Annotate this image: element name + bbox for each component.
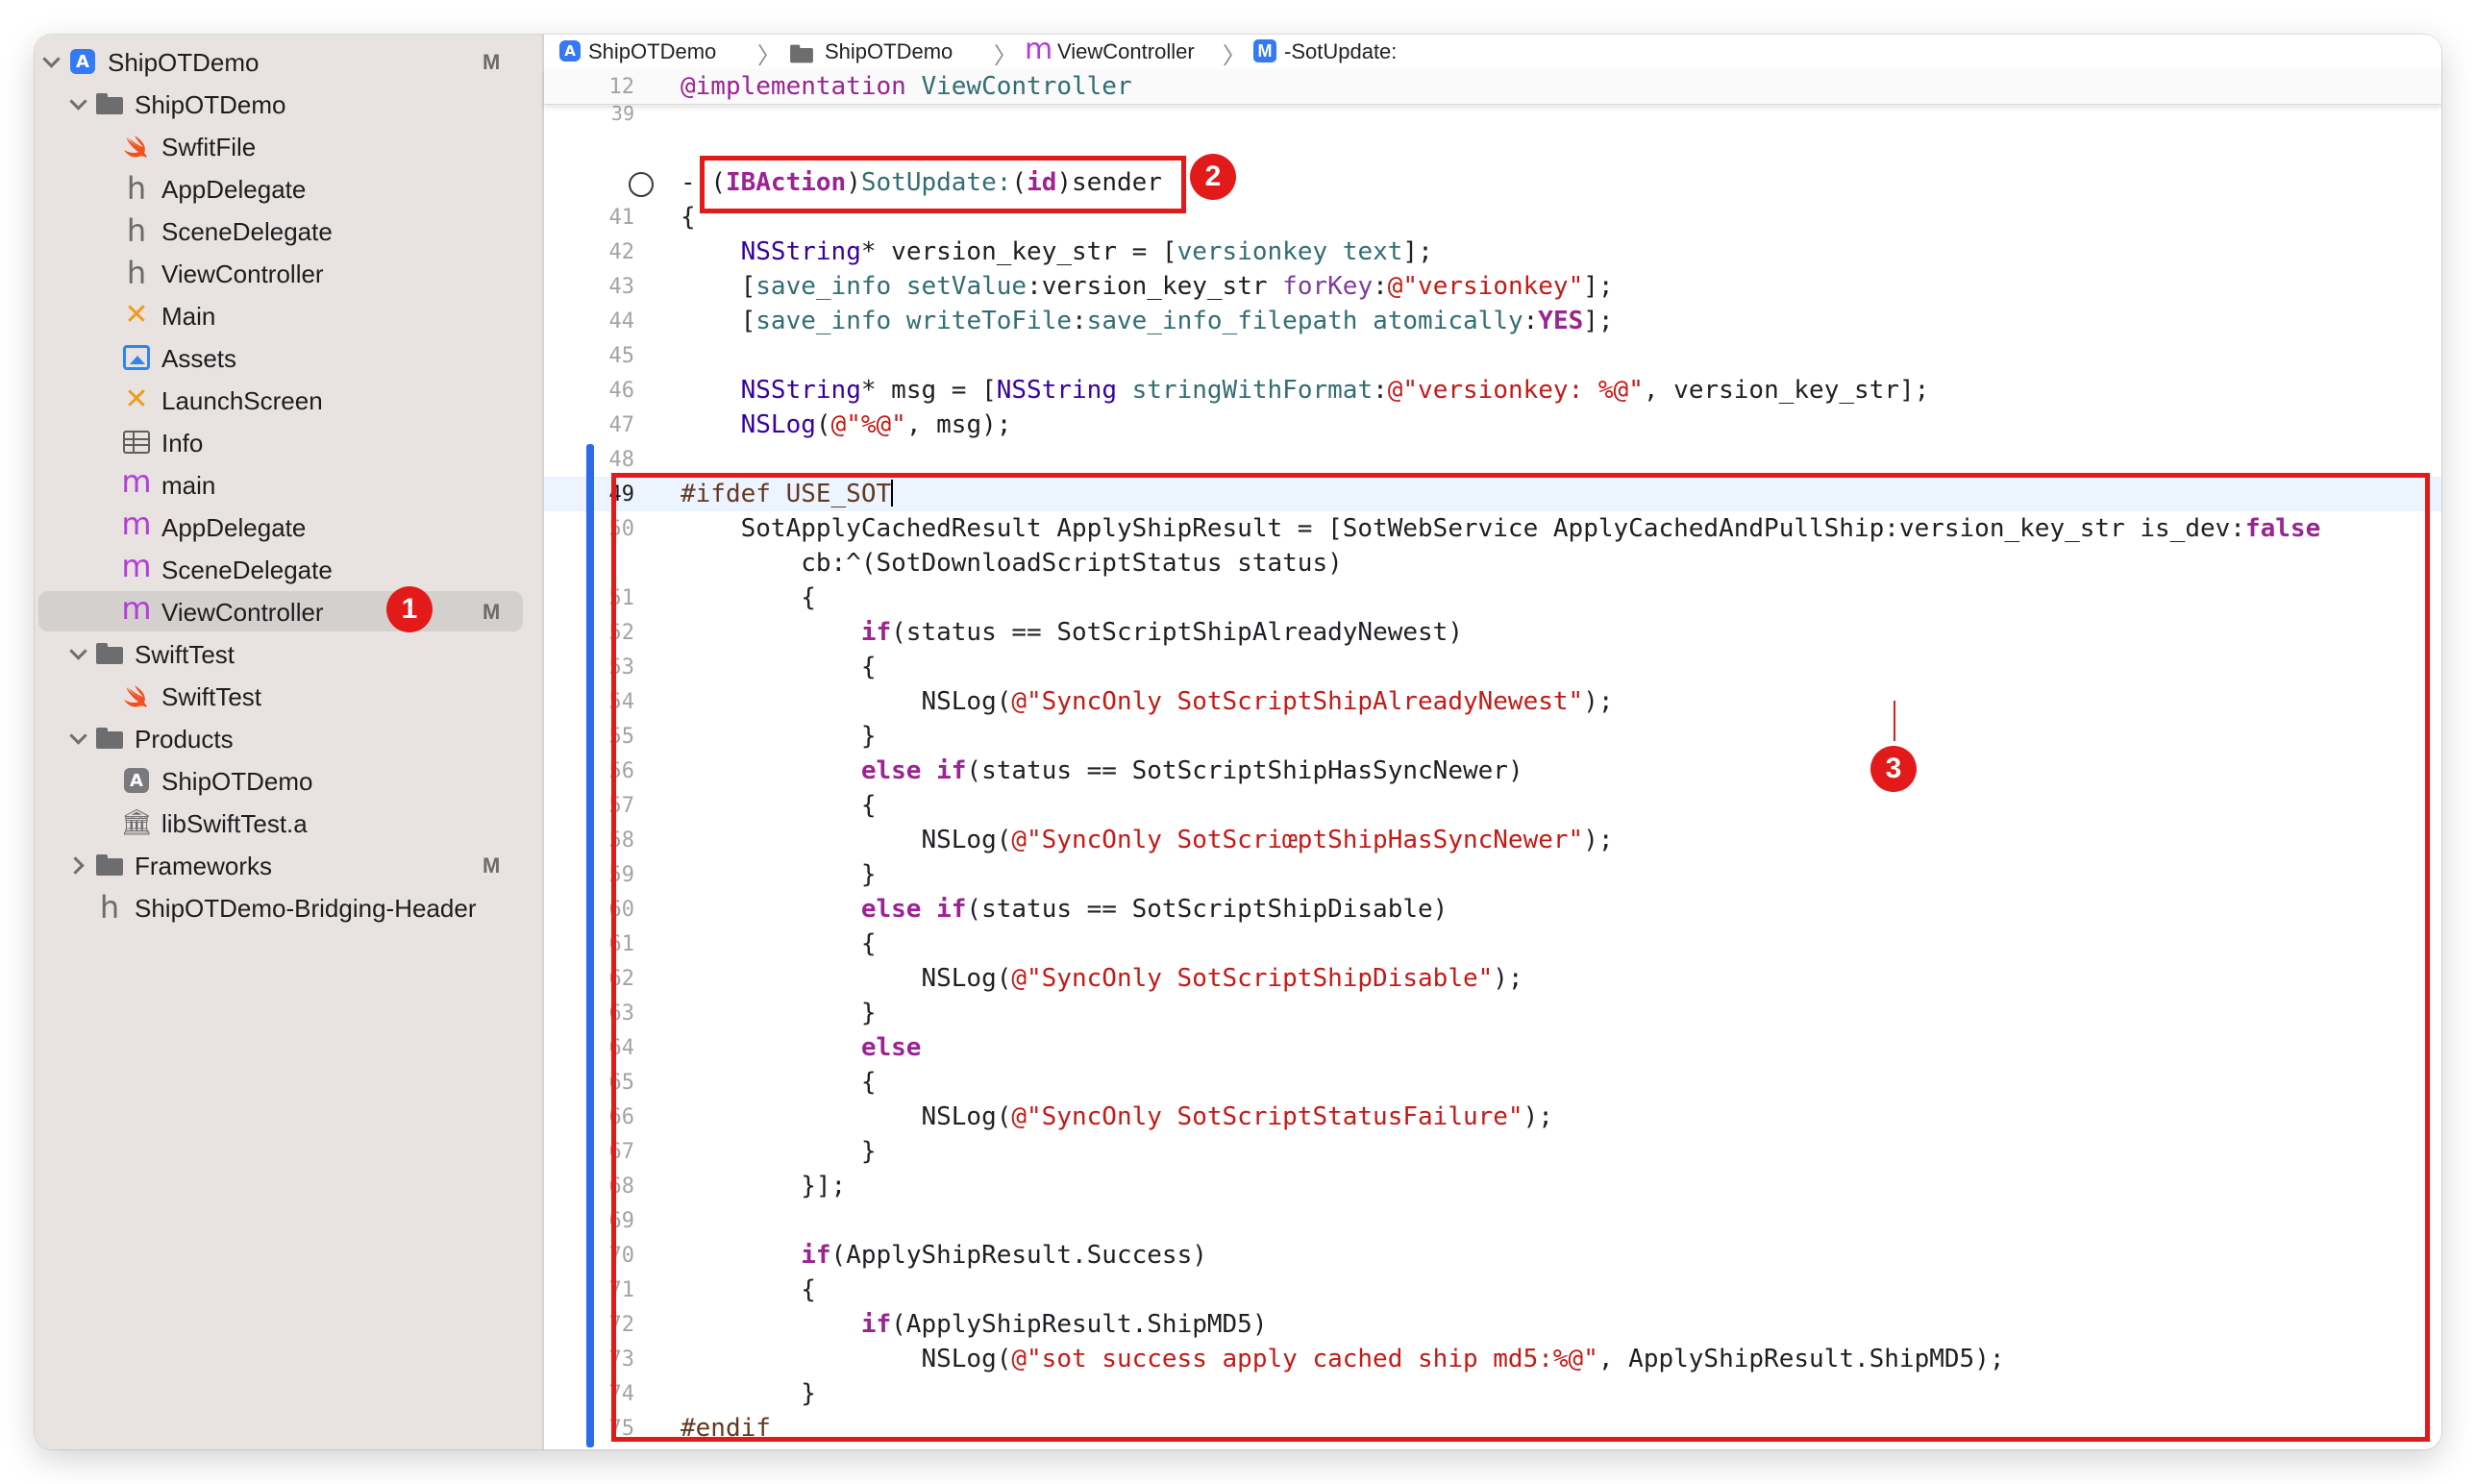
chevron-down-icon[interactable]: [40, 51, 62, 72]
jump-bar: A ShipOTDemo 〉 ShipOTDemo 〉 m ViewContro…: [544, 35, 2441, 70]
nav-item-group-swifttest[interactable]: SwiftTest: [35, 632, 542, 675]
plist-icon: [123, 430, 150, 455]
header-file-icon: h: [126, 170, 147, 207]
nav-item-main-m[interactable]: m main: [35, 463, 542, 506]
breadcrumb-separator: 〉: [1223, 43, 1246, 69]
code-line-48: 48: [608, 448, 635, 472]
annotation-pointer-line: [1894, 701, 1895, 741]
objc-file-icon: m: [121, 506, 152, 542]
header-file-icon: h: [126, 255, 147, 291]
ibaction-connection-circle-icon[interactable]: [629, 172, 654, 197]
asset-catalog-icon: [123, 345, 150, 370]
modified-badge: M: [483, 600, 501, 624]
sticky-header: 12 @implementation ViewController: [544, 69, 2441, 105]
annotation-marker-2: 2: [1190, 154, 1236, 200]
source-control-change-bar[interactable]: [586, 444, 594, 1447]
header-file-icon: h: [126, 212, 147, 249]
swift-file-icon: [123, 134, 150, 159]
chevron-right-icon[interactable]: [67, 854, 88, 876]
xcode-project-icon: A: [69, 49, 96, 74]
objc-file-icon: m: [1025, 35, 1053, 66]
swift-file-icon: [123, 683, 150, 708]
annotation-box-sot-block: [611, 473, 2430, 1442]
nav-item-group-frameworks[interactable]: Frameworks M: [35, 844, 542, 886]
objc-file-icon: m: [121, 463, 152, 500]
nav-item-scenedelegate-h[interactable]: h SceneDelegate: [35, 210, 542, 252]
chevron-down-icon[interactable]: [67, 93, 88, 114]
code-line-76: 76}: [544, 1446, 2441, 1449]
folder-icon: [96, 91, 123, 116]
nav-item-scenedelegate-m[interactable]: m SceneDelegate: [35, 548, 542, 590]
code-line-45: 45: [608, 344, 635, 368]
folder-icon: [96, 853, 123, 878]
nav-item-bridging-header[interactable]: h ShipOTDemo-Bridging-Header: [35, 886, 542, 928]
nav-item-libswifttest[interactable]: 🏛 libSwiftTest.a: [35, 802, 542, 844]
header-file-icon: h: [99, 889, 120, 926]
nav-item-viewcontroller-m[interactable]: m ViewController M: [35, 590, 542, 632]
annotation-marker-1: 1: [386, 586, 433, 632]
nav-item-appdelegate-m[interactable]: m AppDelegate: [35, 506, 542, 548]
code-line-44: 44 [save_info writeToFile:save_info_file…: [608, 307, 1614, 335]
annotation-marker-3: 3: [1870, 746, 1917, 792]
annotation-box-ibaction: [700, 156, 1186, 213]
breadcrumb-project[interactable]: ShipOTDemo: [588, 39, 716, 64]
folder-icon: [96, 726, 123, 751]
nav-item-group-shipotdemo[interactable]: ShipOTDemo: [35, 83, 542, 125]
storyboard-icon: ✕: [124, 298, 149, 332]
nav-item-project[interactable]: A ShipOTDemo M: [35, 40, 542, 83]
modified-badge: M: [483, 853, 501, 878]
chevron-down-icon[interactable]: [67, 643, 88, 664]
nav-item-launchscreen[interactable]: ✕ LaunchScreen: [35, 379, 542, 421]
breadcrumb-separator: 〉: [994, 43, 1017, 69]
nav-item-appdelegate-h[interactable]: h AppDelegate: [35, 167, 542, 210]
nav-item-viewcontroller-h[interactable]: h ViewController: [35, 252, 542, 294]
breadcrumb-file[interactable]: ViewController: [1057, 39, 1195, 64]
objc-file-icon: m: [121, 548, 152, 584]
chevron-down-icon[interactable]: [67, 728, 88, 749]
nav-item-swfitfile[interactable]: SwfitFile: [35, 125, 542, 167]
code-line-42: 42 NSString* version_key_str = [versionk…: [608, 237, 1433, 266]
nav-item-main-storyboard[interactable]: ✕ Main: [35, 294, 542, 336]
nav-item-product-app[interactable]: A ShipOTDemo: [35, 759, 542, 802]
folder-icon: [96, 641, 123, 666]
project-navigator: A ShipOTDemo M ShipOTDemo SwfitFile h Ap…: [35, 35, 544, 1449]
nav-item-assets[interactable]: Assets: [35, 336, 542, 379]
library-icon: 🏛: [120, 808, 153, 837]
source-editor[interactable]: 12 @implementation ViewController 39 - (…: [544, 69, 2441, 1449]
folder-icon: [788, 43, 815, 64]
code-line-46: 46 NSString* msg = [NSString stringWithF…: [608, 376, 1930, 405]
breadcrumb-method[interactable]: -SotUpdate:: [1284, 39, 1397, 64]
nav-item-swifttest-file[interactable]: SwiftTest: [35, 675, 542, 717]
xcode-project-icon: A: [559, 40, 581, 62]
xcode-window: A ShipOTDemo M ShipOTDemo SwfitFile h Ap…: [35, 35, 2441, 1449]
breadcrumb-folder[interactable]: ShipOTDemo: [825, 39, 953, 64]
nav-item-group-products[interactable]: Products: [35, 717, 542, 759]
modified-badge: M: [483, 50, 501, 74]
app-product-icon: A: [123, 768, 150, 793]
code-line-43: 43 [save_info setValue:version_key_str f…: [608, 272, 1614, 301]
code-line-47: 47 NSLog(@"%@", msg);: [608, 410, 1012, 439]
objc-file-icon: m: [121, 590, 152, 627]
nav-item-info[interactable]: Info: [35, 421, 542, 463]
breadcrumb-separator: 〉: [757, 43, 780, 69]
method-icon: M: [1253, 39, 1276, 62]
storyboard-icon: ✕: [124, 383, 149, 416]
